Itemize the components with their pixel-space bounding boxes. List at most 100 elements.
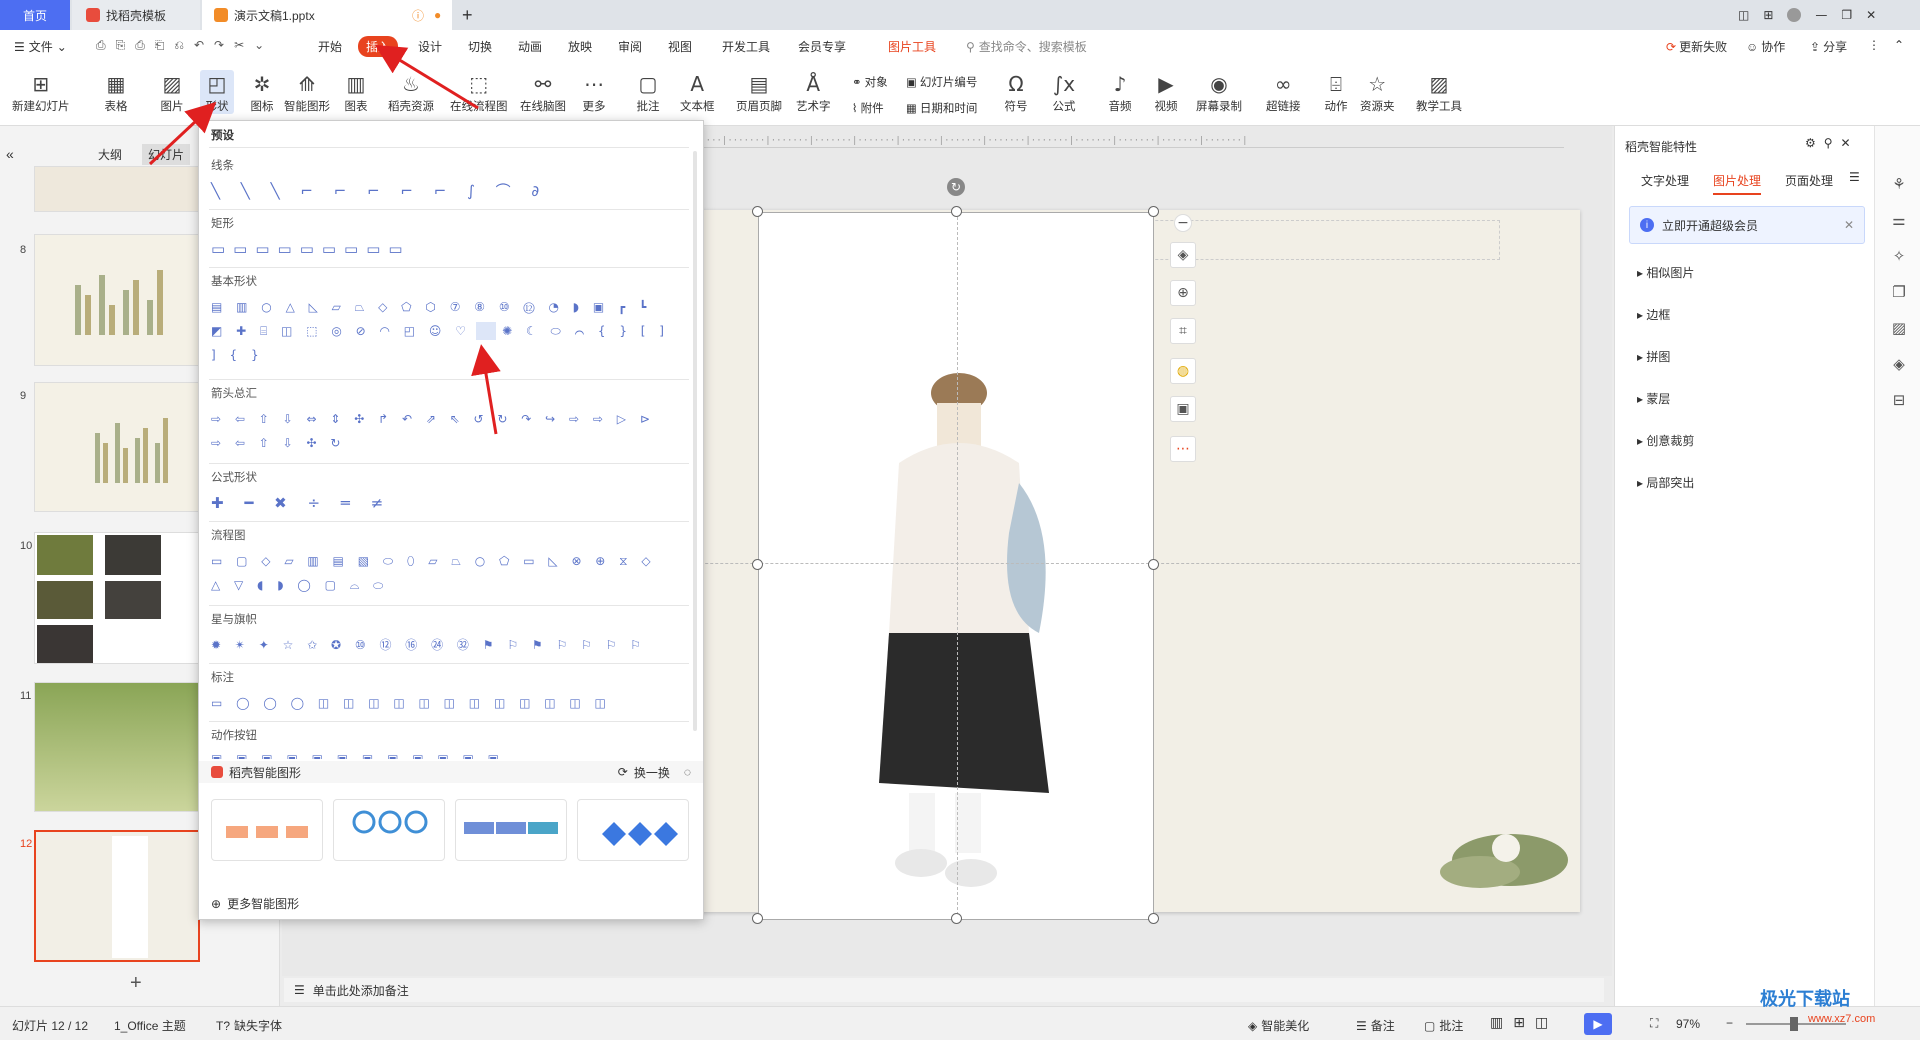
image-edit-icon[interactable]: ▣ [1170,396,1196,422]
arrow-shapes-row1[interactable]: ⇨ ⇦ ⇧ ⇩ ⇔ ⇕ ✣ ↱ ↶ ⇗ ⇖ ↺ ↻ ↷ ↪ ⇨ ⇨ ▷ ⊳ [211,407,655,431]
resize-handle[interactable] [752,913,763,924]
teaching-tools-button[interactable]: ▨ 教学工具 [1416,70,1462,114]
zoom-slider-thumb[interactable] [1790,1017,1798,1031]
attachment-button[interactable]: ⌇ 附件 [852,100,884,116]
basic-shapes-row2[interactable]: ◩ ✚ ⌸ ◫ ⬚ ◎ ⊘ ◠ ◰ ☺ ♡ ⚡ ✺ ☾ ⬭ ⌒ { } [ ] [211,319,669,343]
symbol-button[interactable]: Ω 符号 [1002,70,1030,114]
slide-thumbnail-9[interactable] [34,382,200,512]
play-button[interactable]: ▶ [1584,1013,1612,1035]
header-footer-button[interactable]: ▤ 页眉页脚 [736,70,782,114]
hyperlink-button[interactable]: ∞ 超链接 [1266,70,1301,114]
tab-outline[interactable]: 大纲 [98,146,122,163]
new-slide-button[interactable]: ⊞ 新建幻灯片 [12,70,70,114]
warning-icon[interactable]: ⓘ [412,7,424,24]
dropdown-scrollbar[interactable] [693,151,697,731]
crop-icon[interactable]: ⌗ [1170,318,1196,344]
menu-animation[interactable]: 动画 [518,38,542,55]
sidebar-tools[interactable]: ⚘ ⚌ ✧ ❐ ▨ ◈ ⊟ [1889,166,1909,418]
tab-text-processing[interactable]: 文字处理 [1641,172,1689,189]
menu-design[interactable]: 设计 [418,38,442,55]
more-smart-graphics-button[interactable]: ⊕ 更多智能图形 [211,895,299,912]
more-options-icon[interactable]: ⋯ [1170,436,1196,462]
creative-crop-item[interactable]: ▸ 创意裁剪 [1637,432,1694,449]
smart-beautify-button[interactable]: ◈ 智能美化 [1248,1017,1309,1034]
icon-button[interactable]: ✲ 图标 [248,70,276,114]
tab-page-processing[interactable]: 页面处理 [1785,172,1833,189]
audio-button[interactable]: ♪ 音频 [1106,70,1134,114]
layout-icon[interactable]: ◫ [1738,8,1749,22]
resize-handle[interactable] [752,559,763,570]
star-shapes[interactable]: ✹ ✴ ✦ ☆ ✩ ✪ ⑩ ⑫ ⑯ ㉔ ㉜ ⚑ ⚐ ⚑ ⚐ ⚐ ⚐ ⚐ [211,633,646,657]
object-button[interactable]: ⚭ 对象 [852,74,888,90]
idea-icon[interactable]: ◍ [1170,358,1196,384]
chart-button[interactable]: ▥ 图表 [342,70,370,114]
menu-review[interactable]: 审阅 [618,38,642,55]
flow-shapes-row1[interactable]: ▭ ▢ ◇ ▱ ▥ ▤ ▧ ⬭ ⬯ ▱ ⏢ ○ ⬠ ▭ ◺ ⊗ ⊕ ⧖ ◇ [211,549,656,573]
comment-button[interactable]: ▢ 批注 [634,70,662,114]
video-button[interactable]: ▶ 视频 [1152,70,1180,114]
quick-access-toolbar[interactable]: ⎙⎘⎙⎗⎌↶↷✂⌄ [96,38,274,53]
more-menu-icon[interactable]: ⋮ [1868,38,1880,52]
shape-button[interactable]: ◰ 形状 [200,70,234,114]
slide-thumbnail-12[interactable] [34,830,200,962]
add-slide-button[interactable]: + [130,972,142,995]
resize-handle[interactable] [1148,559,1159,570]
menu-view[interactable]: 视图 [668,38,692,55]
restore-icon[interactable]: ❐ [1841,8,1852,22]
share-button[interactable]: ⇪ 分享 [1810,38,1847,55]
resize-handle[interactable] [752,206,763,217]
smart-template-2[interactable] [333,799,445,861]
swap-button[interactable]: 换一换 [634,764,670,781]
local-highlight-item[interactable]: ▸ 局部突出 [1637,474,1694,491]
layers-icon[interactable]: ◈ [1170,242,1196,268]
resize-handle[interactable] [951,913,962,924]
tab-slides[interactable]: 幻灯片 [142,144,191,165]
tab-document[interactable]: 演示文稿1.pptx ⓘ ● [202,0,452,30]
wordart-button[interactable]: Å 艺术字 [796,70,831,114]
close-icon[interactable]: ✕ [1844,218,1854,232]
collapse-panel-icon[interactable]: « [6,146,14,162]
resize-handle[interactable] [1148,206,1159,217]
rotate-handle-icon[interactable]: ↻ [947,178,965,196]
collage-item[interactable]: ▸ 拼图 [1637,348,1670,365]
tab-template[interactable]: 找稻壳模板 [72,0,200,30]
menu-member[interactable]: 会员专享 [798,38,846,55]
menu-icon[interactable]: ☰ [1849,170,1860,184]
new-tab-button[interactable]: + [462,0,473,30]
feedback-icon[interactable]: ◌ [684,765,691,779]
tab-picture-processing[interactable]: 图片处理 [1713,172,1762,195]
menu-start[interactable]: 开始 [318,38,342,55]
fit-icon[interactable]: ⛶ [1650,1016,1658,1031]
slide-thumbnail-7[interactable] [34,166,200,212]
action-button-shapes[interactable]: ▣ ▣ ▣ ▣ ▣ ▣ ▣ ▣ ▣ ▣ ▣ ▣ [211,747,504,759]
border-item[interactable]: ▸ 边框 [1637,306,1670,323]
resize-handle[interactable] [951,206,962,217]
smart-graphic-button[interactable]: ⟰ 智能图形 [284,70,330,114]
menu-developer[interactable]: 开发工具 [722,38,770,55]
close-icon[interactable]: ✕ [1866,8,1876,22]
tab-home[interactable]: 首页 [0,0,70,30]
avatar[interactable] [1787,8,1802,22]
similar-pictures-item[interactable]: ▸ 相似图片 [1637,264,1694,281]
datetime-button[interactable]: ▦ 日期和时间 [906,100,977,116]
slide-thumbnail-11[interactable] [34,682,200,812]
flowchart-button[interactable]: ⬚ 在线流程图 [450,70,508,114]
mask-item[interactable]: ▸ 蒙层 [1637,390,1670,407]
theme-name[interactable]: 1_Office 主题 [114,1017,186,1034]
notes-bar[interactable]: ☰ 单击此处添加备注 [284,978,1604,1002]
callout-shapes[interactable]: ▭ ◯ ◯ ◯ ◫ ◫ ◫ ◫ ◫ ◫ ◫ ◫ ◫ ◫ ◫ ◫ [211,691,611,715]
picture-button[interactable]: ▨ 图片 [158,70,186,114]
vip-banner[interactable]: i 立即开通超级会员 ✕ [1629,206,1865,244]
collapse-ribbon-icon[interactable]: ⌃ [1894,38,1904,52]
flow-shapes-row2[interactable]: △ ▽ ◖ ◗ ◯ ▢ ⌓ ⬭ [211,573,388,597]
action-button[interactable]: ⌹ 动作 [1322,70,1350,114]
update-status[interactable]: ⟳ 更新失败 [1666,38,1727,55]
file-menu[interactable]: ☰ 文件 ⌄ [14,38,67,55]
slide-thumbnail-10[interactable] [34,532,200,664]
menu-insert[interactable]: 插入 [358,36,399,57]
rect-shapes[interactable]: ▭▭▭▭▭▭▭▭▭ [211,237,411,261]
grid-icon[interactable]: ⊞ [1763,8,1773,22]
resource-folder-button[interactable]: ☆ 资源夹 [1360,70,1395,114]
mindmap-button[interactable]: ⚯ 在线脑图 [520,70,566,114]
resize-handle[interactable] [1148,913,1159,924]
